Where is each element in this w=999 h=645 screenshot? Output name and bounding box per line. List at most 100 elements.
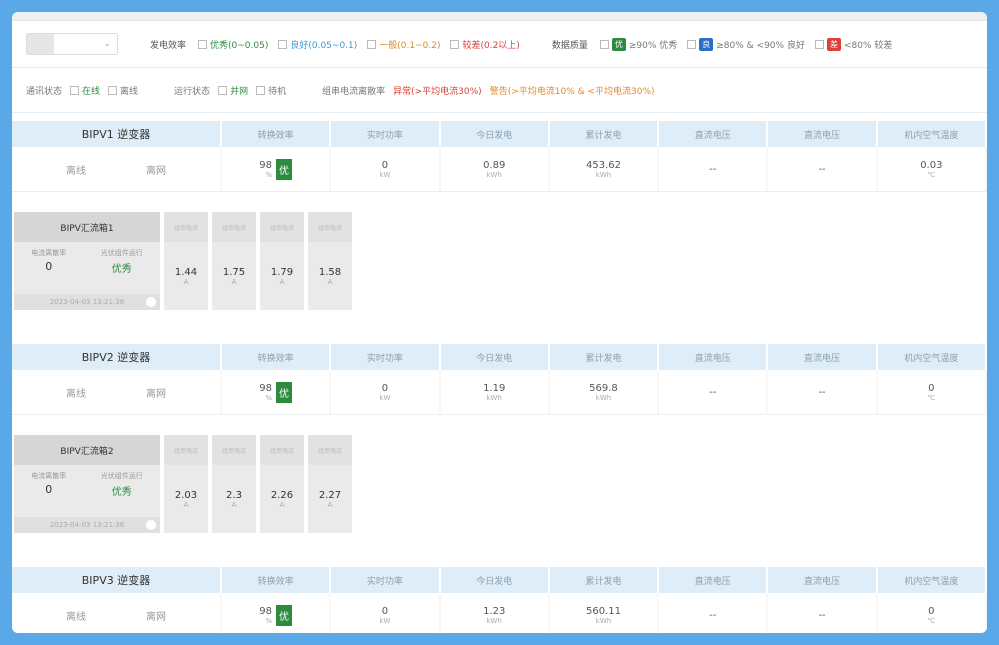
columns-5: 直流电压 — [768, 344, 878, 370]
inverters-2-eff-unit: % — [265, 616, 272, 625]
inverters-0-mppt-currents-0-unit: A — [183, 277, 189, 286]
total-value: 453.62 — [585, 159, 621, 171]
power-value: 0 — [381, 159, 389, 171]
run-status-option[interactable]: 并网 — [218, 84, 248, 97]
refresh-icon[interactable] — [146, 520, 156, 530]
columns-3: 累计发电 — [550, 344, 660, 370]
comm-status-option[interactable]: 在线 — [70, 84, 100, 97]
inverters-2-temp-unit: ℃ — [927, 616, 936, 625]
inverters-2-power: 0 — [381, 605, 389, 617]
inverters-1-mppt-currents-2-value: 2.26 — [270, 489, 294, 501]
station-select[interactable]: ⌄ — [26, 33, 118, 55]
inverter-header: BIPV1 逆变器 转换效率 实时功率 今日发电 累计发电 直流电压 直流电压 … — [12, 121, 987, 147]
inverters-1-mppt-stat2-value: 优秀 — [111, 487, 132, 498]
inverters-1-power: 0 — [381, 382, 389, 394]
quality-option[interactable]: 差 <80% 较差 — [814, 37, 893, 51]
inverters-1-temp-unit: ℃ — [927, 393, 936, 402]
inverters-0-mppt-currents-2-unit: A — [279, 277, 285, 286]
filters-group2-options-1-label: ≥80% & <90% 良好 — [716, 40, 805, 51]
inverters-0-mppt-currents-3-unit: A — [327, 277, 333, 286]
columns-4: 直流电压 — [659, 567, 769, 593]
quality-badge: 优 — [276, 381, 292, 403]
col-temp: 机内空气温度 — [878, 121, 987, 147]
dcv-value: -- — [818, 163, 826, 175]
dispersion-abnormal[interactable]: 异常(>平均电流30%) — [393, 84, 482, 97]
inverter-row: 离线 离网 98% 优 0 kW 0.89 kWh 453.62 kWh -- -- 0.… — [12, 147, 987, 192]
inverters-0-mppt-currents-0-value: 1.44 — [174, 266, 198, 278]
col-power: 实时功率 — [331, 121, 441, 147]
inverter-header: BIPV3 逆变器 转换效率 实时功率 今日发电 累计发电 直流电压 直流电压 机内空气温度 — [12, 567, 987, 593]
filters-row2-0-opts-1: 离线 — [120, 86, 139, 97]
columns-0: 转换效率 — [222, 344, 332, 370]
inverters-1-mppt-currents-2-unit: A — [279, 500, 285, 509]
inverters-2-power-unit: kW — [379, 616, 391, 625]
chevron-down-icon: ⌄ — [103, 39, 111, 49]
inverters-1-mppt-currents-3-value: 2.27 — [318, 489, 342, 501]
inverter-name[interactable]: BIPV2 逆变器 — [12, 344, 222, 370]
inverters-0-today-unit: kWh — [486, 170, 502, 179]
inverter-header: BIPV2 逆变器 转换效率 实时功率 今日发电 累计发电 直流电压 直流电压 机内空气温度 — [12, 344, 987, 370]
efficiency-filter-label: 发电效率 — [150, 40, 187, 51]
col-total: 累计发电 — [550, 121, 660, 147]
efficiency-option[interactable]: 较差(0.2以上) — [450, 38, 520, 51]
col-today: 今日发电 — [441, 121, 550, 147]
update-time: 2023-04-03 13:21:36 — [49, 298, 125, 306]
inverters-1-mppt-stat1-label: 电流离散率 — [31, 472, 67, 480]
inverters-0-total-unit: kWh — [595, 170, 612, 179]
quality-option[interactable]: 良 ≥80% & <90% 良好 — [687, 37, 805, 51]
inverters-1-mppt-stat2-label: 光伏组件运行 — [100, 472, 143, 480]
inverters-2-dcv1: -- — [709, 609, 717, 621]
inverters-1-mppt-time: 2023-04-03 13:21:36 — [49, 521, 125, 529]
inverter-row: 离线 离网 98% 优 0 kW 1.19 kWh 569.8 kWh -- -- 0 ℃ — [12, 370, 987, 415]
run-status-option[interactable]: 待机 — [256, 84, 286, 97]
filters-row2-1-opts-1: 待机 — [268, 86, 287, 97]
inverters-0-mppt-cur-label: 组串电流 — [212, 212, 256, 242]
quality-filter-label: 数据质量 — [551, 40, 588, 51]
inverters-0-eff-unit: % — [265, 170, 272, 179]
combiner-title: BIPV汇流箱1 — [14, 212, 160, 242]
inverter-name[interactable]: BIPV1 逆变器 — [12, 121, 222, 147]
filters-group2-options-2-label: <80% 较差 — [843, 40, 893, 51]
inverters-0-mppt-stat1-label: 电流离散率 — [31, 249, 67, 257]
combiner-card: BIPV汇流箱2 电流离散率 0 光伏组件运行 优秀 2023-04-03 13:2… — [14, 435, 987, 533]
inverters-1-total: 569.8 — [589, 382, 618, 394]
columns-5: 直流电压 — [768, 567, 878, 593]
quality-option[interactable]: 优 ≥90% 优秀 — [599, 37, 678, 51]
inverters-1-mppt-currents-1-value: 2.3 — [226, 489, 242, 501]
inverters-1-status1: 离线 — [66, 388, 86, 400]
inverters-1-dcv2: -- — [818, 386, 826, 398]
filters-group2-options-1-tag: 良 — [699, 37, 714, 51]
inverters-0-mppt-currents-2-value: 1.79 — [270, 266, 294, 278]
inverters-2-total-unit: kWh — [595, 616, 612, 625]
filters-row2-1-opts-0: 并网 — [230, 86, 249, 97]
columns-1: 实时功率 — [331, 567, 441, 593]
inverters-2-status1: 离线 — [66, 611, 86, 623]
dispersion-warning[interactable]: 警告(>平均电流10% & <平均电流30%) — [490, 84, 655, 97]
inverters-2-today: 1.23 — [483, 605, 506, 617]
inverters-1-mppt-currents-1-unit: A — [231, 500, 237, 509]
combiner-card: BIPV汇流箱1 电流离散率 0 光伏组件运行 优秀 2023-04-03 13:2… — [14, 212, 987, 310]
inverters-1-mppt-stat1-value: 0 — [45, 483, 53, 496]
comm-status: 离线 — [66, 165, 86, 177]
filters-group2-options-0-label: ≥90% 优秀 — [628, 40, 678, 51]
efficiency-option[interactable]: 优秀(0~0.05) — [198, 38, 268, 51]
comm-status-option[interactable]: 离线 — [108, 84, 138, 97]
inverter-name[interactable]: BIPV3 逆变器 — [12, 567, 222, 593]
run-status-label: 运行状态 — [174, 86, 211, 97]
inverters-1-mppt-cur-label: 组串电流 — [212, 435, 256, 465]
inverters-2-total: 560.11 — [585, 605, 621, 617]
refresh-icon[interactable] — [146, 297, 156, 307]
columns-2: 今日发电 — [441, 567, 550, 593]
efficiency-option[interactable]: 良好(0.05~0.1) — [278, 38, 357, 51]
col-dcv: 直流电压 — [768, 121, 878, 147]
quality-badge: 优 — [276, 604, 292, 626]
inverters-0-mppt-cur-label: 组串电流 — [308, 212, 352, 242]
inverters-2-efficiency: 98 — [259, 605, 272, 617]
columns-1: 实时功率 — [331, 344, 441, 370]
inverters-1-dcv1: -- — [709, 386, 717, 398]
columns-3: 累计发电 — [550, 567, 660, 593]
filters-group1-options-1-label: 良好(0.05~0.1) — [290, 40, 358, 51]
columns-0: 转换效率 — [222, 567, 332, 593]
inverters-0-mppt-stat1-value: 0 — [45, 260, 53, 273]
efficiency-option[interactable]: 一般(0.1~0.2) — [367, 38, 440, 51]
